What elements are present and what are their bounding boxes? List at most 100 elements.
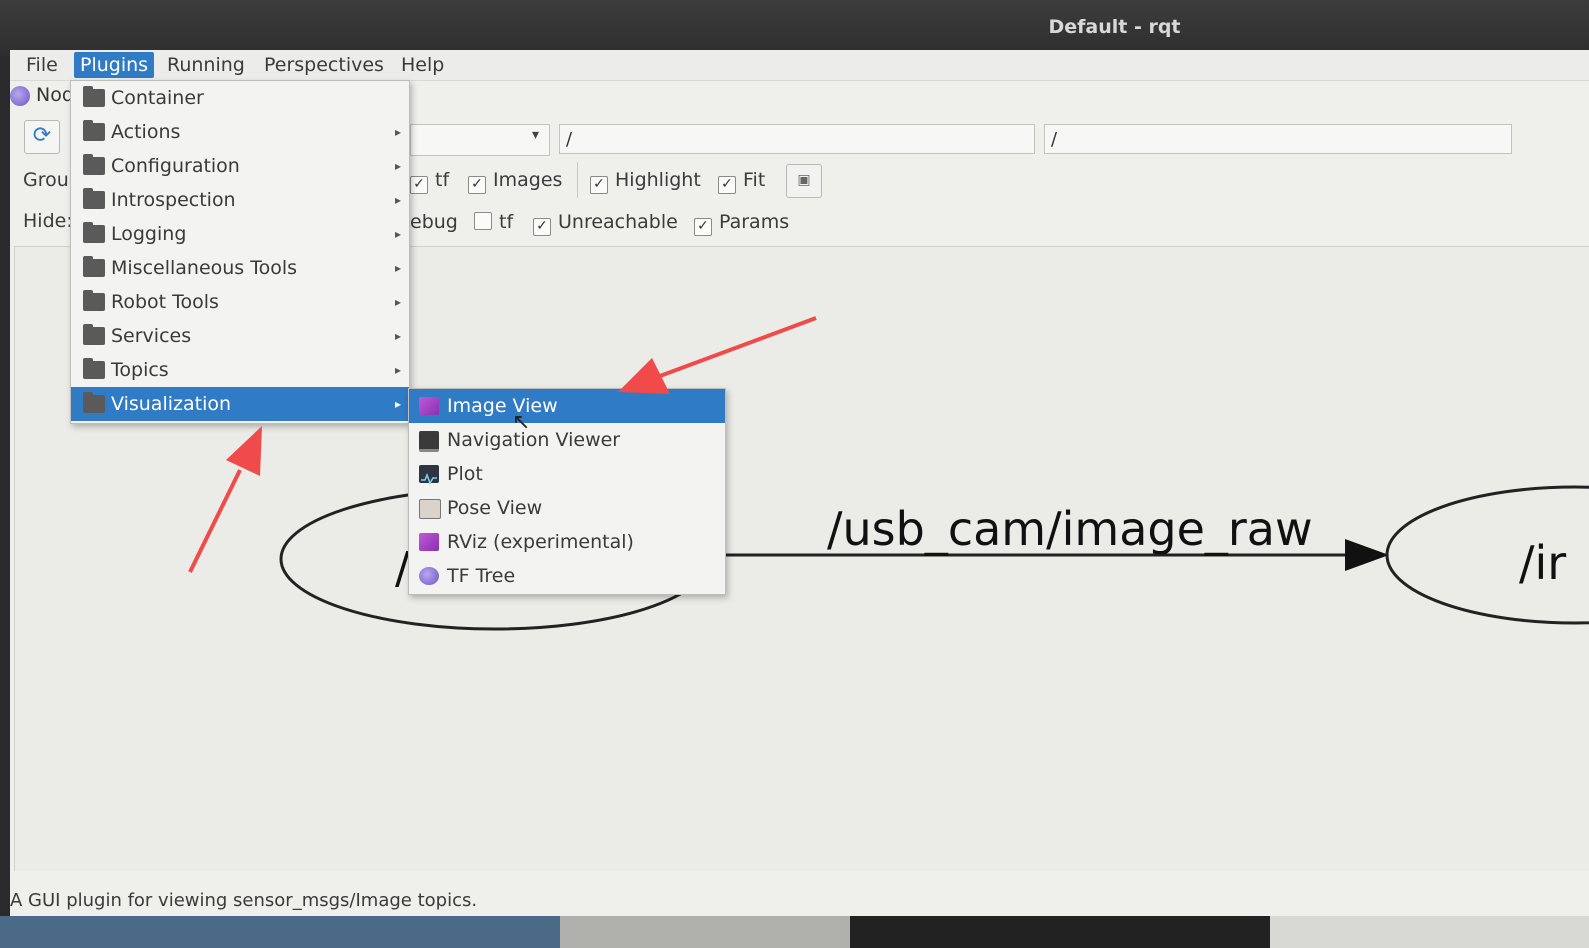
- edge-label: /usb_cam/image_raw: [827, 502, 1313, 556]
- hide-label: Hide:: [23, 210, 73, 232]
- menu-item-introspection[interactable]: Introspection ▸: [71, 183, 409, 217]
- graph-type-combo[interactable]: ▾: [410, 124, 550, 156]
- folder-icon: [83, 86, 105, 107]
- checkbox-label: tf: [499, 211, 514, 233]
- menu-item-label: Plot: [447, 463, 483, 485]
- chevron-right-icon: ▸: [394, 193, 401, 207]
- group-tf-checkbox[interactable]: ✓ tf: [410, 168, 450, 194]
- menu-item-actions[interactable]: Actions ▸: [71, 115, 409, 149]
- menu-help[interactable]: Help: [395, 52, 450, 78]
- namespace-filter-input[interactable]: /: [559, 124, 1035, 154]
- checkbox-label: Images: [493, 169, 563, 191]
- checkbox-label: ebug: [410, 211, 458, 233]
- folder-icon: [83, 222, 105, 243]
- checkbox-label: Unreachable: [558, 211, 678, 233]
- menu-item-label: Topics: [111, 359, 169, 381]
- menu-item-label: Robot Tools: [111, 291, 219, 313]
- tf-tree-icon: [419, 567, 439, 585]
- monitor-icon: [419, 431, 439, 452]
- topic-filter-input[interactable]: /: [1044, 124, 1512, 154]
- menu-item-label: Visualization: [111, 393, 232, 415]
- refresh-icon: ⟳: [32, 123, 52, 148]
- menu-item-topics[interactable]: Topics ▸: [71, 353, 409, 387]
- menu-item-navigation-viewer[interactable]: Navigation Viewer: [409, 423, 725, 457]
- toolbar-separator: [577, 162, 578, 198]
- fit-in-view-button[interactable]: ▣: [786, 164, 822, 198]
- hide-debug-checkbox[interactable]: ebug: [410, 210, 458, 234]
- checkbox-label: Fit: [743, 169, 766, 191]
- menu-item-label: Navigation Viewer: [447, 429, 621, 451]
- chevron-right-icon: ▸: [394, 363, 401, 377]
- mouse-cursor-icon: ↖: [512, 410, 531, 435]
- fit-checkbox[interactable]: ✓ Fit: [718, 168, 766, 194]
- unreachable-checkbox[interactable]: ✓ Unreachable: [533, 210, 678, 236]
- folder-icon: [83, 256, 105, 277]
- rviz-icon: [419, 533, 439, 551]
- menu-plugins[interactable]: Plugins: [74, 52, 155, 78]
- menu-item-tf-tree[interactable]: TF Tree: [409, 559, 725, 593]
- menu-item-container[interactable]: Container: [71, 81, 409, 115]
- node-graph-tab[interactable]: Nod: [10, 84, 74, 110]
- desktop-taskbar: [0, 916, 1589, 948]
- images-checkbox[interactable]: ✓ Images: [468, 168, 563, 194]
- menu-item-image-view[interactable]: Image View: [409, 389, 725, 423]
- plugins-menu: Container Actions ▸ Configuration ▸ Intros…: [70, 80, 410, 424]
- pose-view-icon: [419, 499, 441, 519]
- menu-item-label: TF Tree: [447, 565, 516, 587]
- taskbar-segment: [0, 916, 560, 948]
- chevron-right-icon: ▸: [394, 295, 401, 309]
- check-icon: ✓: [468, 176, 486, 194]
- taskbar-segment: [560, 916, 850, 948]
- folder-icon: [83, 120, 105, 141]
- menu-item-label: Configuration: [111, 155, 240, 177]
- chevron-right-icon: ▸: [394, 227, 401, 241]
- folder-icon: [83, 290, 105, 311]
- folder-icon: [83, 188, 105, 209]
- taskbar-segment: [1270, 916, 1589, 948]
- menu-file[interactable]: File: [20, 52, 64, 78]
- menu-perspectives[interactable]: Perspectives: [258, 52, 390, 78]
- folder-icon: [83, 154, 105, 175]
- folder-icon: [83, 358, 105, 379]
- plot-icon: [419, 465, 439, 485]
- menu-item-pose-view[interactable]: Pose View: [409, 491, 725, 525]
- edge-arrowhead: [1345, 539, 1389, 571]
- checkbox-label: Params: [719, 211, 790, 233]
- chevron-right-icon: ▸: [394, 159, 401, 173]
- menu-running[interactable]: Running: [161, 52, 251, 78]
- menu-item-robot-tools[interactable]: Robot Tools ▸: [71, 285, 409, 319]
- chevron-down-icon: ▾: [531, 127, 539, 143]
- menu-item-plot[interactable]: Plot: [409, 457, 725, 491]
- checkbox-empty-icon: [474, 212, 492, 230]
- hide-tf-checkbox[interactable]: tf: [474, 210, 513, 234]
- menu-item-label: RViz (experimental): [447, 531, 634, 553]
- menu-bar: File Plugins Running Perspectives Help: [10, 50, 1589, 81]
- check-icon: ✓: [694, 218, 712, 236]
- highlight-checkbox[interactable]: ✓ Highlight: [590, 168, 701, 194]
- menu-item-visualization[interactable]: Visualization ▸: [71, 387, 409, 421]
- menu-item-rviz[interactable]: RViz (experimental): [409, 525, 725, 559]
- window-title: Default - rqt: [1048, 16, 1181, 38]
- group-label: Grou: [23, 169, 69, 191]
- check-icon: ✓: [718, 176, 736, 194]
- chevron-right-icon: ▸: [394, 397, 401, 411]
- params-checkbox[interactable]: ✓ Params: [694, 210, 790, 236]
- menu-item-label: Image View: [447, 395, 558, 417]
- refresh-button[interactable]: ⟳: [24, 120, 60, 154]
- menu-item-services[interactable]: Services ▸: [71, 319, 409, 353]
- menu-item-label: Miscellaneous Tools: [111, 257, 298, 279]
- menu-item-label: Pose View: [447, 497, 543, 519]
- chevron-right-icon: ▸: [394, 125, 401, 139]
- menu-item-label: Introspection: [111, 189, 236, 211]
- node-graph-icon: [10, 85, 30, 106]
- menu-item-logging[interactable]: Logging ▸: [71, 217, 409, 251]
- image-view-icon: [419, 397, 439, 415]
- menu-item-label: Container: [111, 87, 204, 109]
- checkbox-label: tf: [435, 169, 450, 191]
- menu-item-miscellaneous-tools[interactable]: Miscellaneous Tools ▸: [71, 251, 409, 285]
- menu-item-configuration[interactable]: Configuration ▸: [71, 149, 409, 183]
- menu-item-label: Logging: [111, 223, 187, 245]
- menu-item-label: Services: [111, 325, 192, 347]
- menu-item-label: Actions: [111, 121, 181, 143]
- visualization-submenu: Image View Navigation Viewer Plot Pose V…: [408, 388, 726, 595]
